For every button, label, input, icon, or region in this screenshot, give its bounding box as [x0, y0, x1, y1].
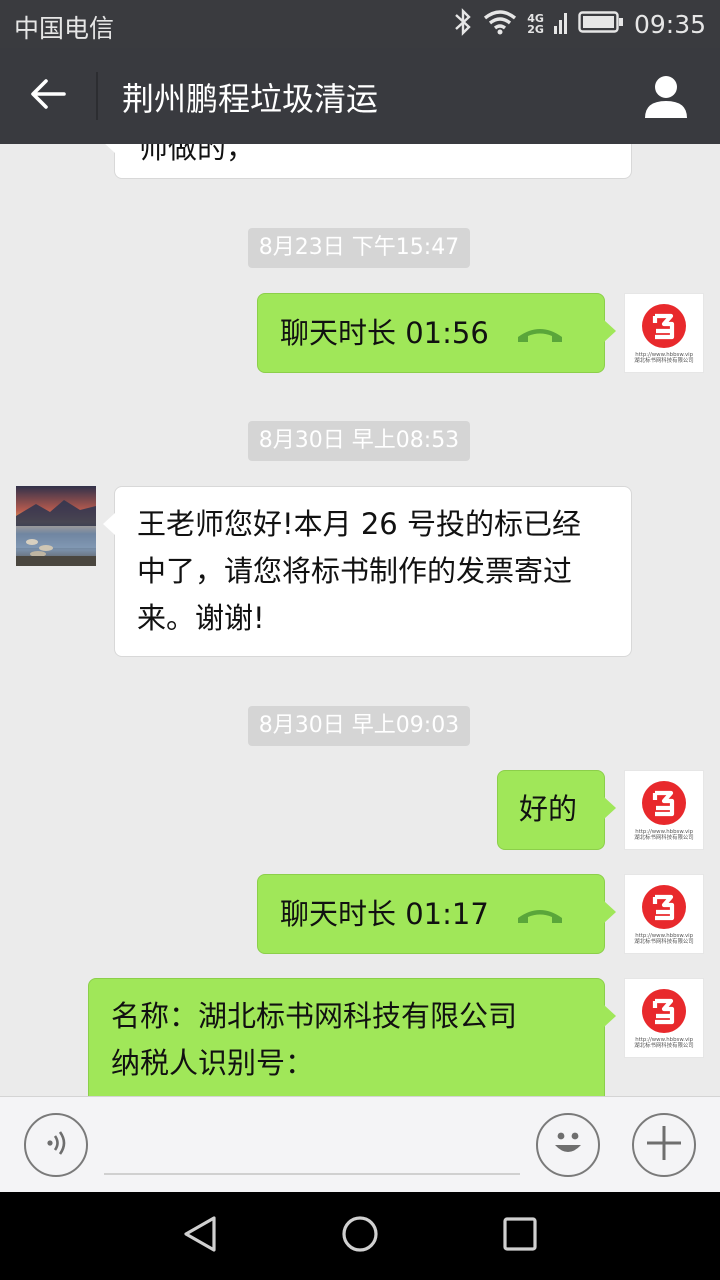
- clock: 09:35: [633, 9, 706, 39]
- contact-avatar[interactable]: [16, 486, 96, 566]
- logo-company-text: 湖北标书网科技有限公司: [634, 938, 694, 945]
- status-icons: 4G 2G 09:35: [453, 6, 706, 42]
- message-list[interactable]: 师做的， 8月23日 下午15:47 聊天时长 01:56 http://www…: [0, 144, 720, 1096]
- voice-icon: [41, 1128, 71, 1162]
- title-divider: [96, 72, 98, 120]
- back-button[interactable]: [22, 72, 74, 120]
- self-avatar[interactable]: http://www.hbbsw.vip 湖北标书网科技有限公司: [624, 978, 704, 1058]
- person-icon: [642, 76, 690, 124]
- nav-home-icon: [340, 1214, 380, 1258]
- phone-hangup-icon: [515, 323, 565, 345]
- message-bubble-outgoing[interactable]: 名称：湖北标书网科技有限公司 纳税人识别号：: [88, 978, 616, 1096]
- emoji-icon: [546, 1121, 590, 1169]
- status-bar: 中国电信 4G 2G 09:35: [0, 0, 720, 48]
- voice-button[interactable]: [24, 1113, 88, 1177]
- message-input[interactable]: [104, 1127, 520, 1175]
- network-type: 4G 2G: [527, 13, 544, 35]
- logo-company-text: 湖北标书网科技有限公司: [634, 1042, 694, 1049]
- self-avatar[interactable]: http://www.hbbsw.vip 湖北标书网科技有限公司: [624, 293, 704, 373]
- input-bar: [0, 1096, 720, 1192]
- signal-icon: [553, 8, 568, 40]
- message-text-line: 来。谢谢!: [137, 601, 265, 635]
- company-logo-icon: [642, 781, 686, 825]
- bluetooth-icon: [453, 8, 473, 40]
- nav-back-icon: [182, 1215, 218, 1257]
- more-button[interactable]: [632, 1113, 696, 1177]
- chat-info-button[interactable]: [642, 72, 690, 120]
- self-avatar[interactable]: http://www.hbbsw.vip 湖北标书网科技有限公司: [624, 874, 704, 954]
- chat-header: 荆州鹏程垃圾清运: [0, 48, 720, 144]
- message-text: 好的: [519, 792, 578, 826]
- nav-back-button[interactable]: [176, 1212, 224, 1260]
- message-text: 师做的，: [139, 144, 256, 165]
- phone-hangup-icon: [515, 904, 565, 926]
- company-logo-icon: [642, 989, 686, 1033]
- chat-title: 荆州鹏程垃圾清运: [122, 80, 379, 118]
- call-record-bubble[interactable]: 聊天时长 01:56: [257, 293, 616, 373]
- back-arrow-icon: [30, 78, 66, 114]
- logo-company-text: 湖北标书网科技有限公司: [634, 834, 694, 841]
- plus-icon: [644, 1123, 684, 1167]
- nav-recent-icon: [502, 1216, 538, 1256]
- timestamp: 8月23日 下午15:47: [248, 228, 470, 268]
- logo-company-text: 湖北标书网科技有限公司: [634, 357, 694, 364]
- call-duration-text: 聊天时长 01:17: [280, 897, 489, 931]
- message-bubble-incoming[interactable]: 王老师您好!本月 26 号投的标已经 中了，请您将标书制作的发票寄过 来。谢谢!: [103, 486, 632, 657]
- company-logo-icon: [642, 304, 686, 348]
- call-duration-text: 聊天时长 01:56: [280, 316, 489, 350]
- call-record-bubble[interactable]: 聊天时长 01:17: [257, 874, 616, 954]
- nav-recent-button[interactable]: [496, 1212, 544, 1260]
- company-logo-icon: [642, 885, 686, 929]
- network-bottom-label: 2G: [527, 23, 544, 36]
- message-text-line: 王老师您好!本月 26 号投的标已经: [137, 507, 581, 541]
- system-nav-bar: [0, 1192, 720, 1280]
- carrier-name: 中国电信: [14, 14, 115, 43]
- nav-home-button[interactable]: [336, 1212, 384, 1260]
- wifi-icon: [483, 9, 517, 39]
- landscape-photo-icon: [16, 500, 96, 566]
- timestamp: 8月30日 早上08:53: [248, 421, 470, 461]
- message-text-line: 名称：湖北标书网科技有限公司: [111, 999, 518, 1033]
- emoji-button[interactable]: [536, 1113, 600, 1177]
- message-text-line: 纳税人识别号：: [111, 1046, 315, 1080]
- message-text-line: 中了，请您将标书制作的发票寄过: [137, 554, 573, 588]
- message-bubble-outgoing[interactable]: 好的: [497, 770, 616, 850]
- self-avatar[interactable]: http://www.hbbsw.vip 湖北标书网科技有限公司: [624, 770, 704, 850]
- battery-icon: [578, 9, 624, 39]
- message-bubble-incoming-partial[interactable]: 师做的，: [103, 144, 632, 179]
- timestamp: 8月30日 早上09:03: [248, 706, 470, 746]
